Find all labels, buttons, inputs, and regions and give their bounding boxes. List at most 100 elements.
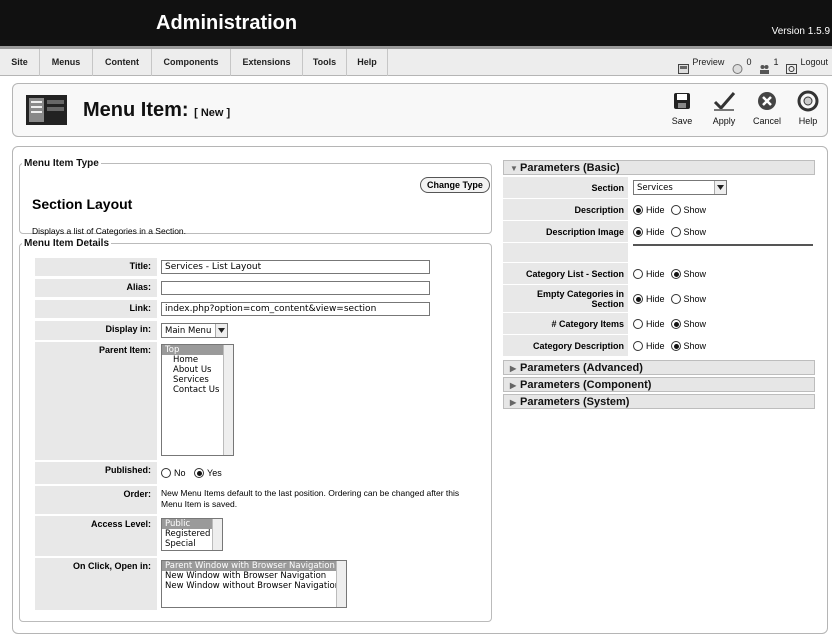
link-label: Link: bbox=[35, 300, 157, 318]
description-hide-label: Hide bbox=[646, 204, 665, 215]
version-label: Version 1.5.9 bbox=[771, 26, 830, 37]
description-image-hide-label: Hide bbox=[646, 226, 665, 237]
param-spacer-label bbox=[503, 243, 628, 262]
menu-help[interactable]: Help bbox=[347, 49, 388, 76]
logout-label: Logout bbox=[800, 57, 828, 67]
access-list-scrollbar[interactable] bbox=[212, 519, 222, 550]
main-menu-bar: Site Menus Content Components Extensions… bbox=[0, 46, 832, 76]
description-image-show-label: Show bbox=[683, 226, 707, 237]
users-count: 1 bbox=[773, 57, 779, 67]
param-section-row: Section Services bbox=[503, 177, 815, 199]
empty-categories-hide-radio[interactable] bbox=[633, 293, 643, 304]
param-section-label: Section bbox=[503, 177, 628, 198]
category-list-hide-radio[interactable] bbox=[633, 268, 643, 279]
alias-input[interactable] bbox=[161, 281, 430, 295]
description-image-show-radio[interactable] bbox=[670, 226, 681, 237]
category-description-hide-radio[interactable] bbox=[633, 340, 643, 351]
category-list-show-radio[interactable] bbox=[670, 268, 681, 279]
param-divider bbox=[633, 244, 813, 246]
messages-icon bbox=[732, 58, 743, 74]
display-in-value: Main Menu bbox=[165, 325, 212, 336]
published-label: Published: bbox=[35, 462, 157, 484]
title-input[interactable]: Services - List Layout bbox=[161, 260, 430, 274]
params-component-title: Parameters (Component) bbox=[520, 379, 652, 391]
onclick-list-scrollbar[interactable] bbox=[336, 561, 346, 607]
description-show-label: Show bbox=[683, 204, 707, 215]
chevron-down-icon bbox=[714, 181, 726, 194]
empty-categories-show-radio[interactable] bbox=[670, 293, 681, 304]
description-hide-radio[interactable] bbox=[633, 204, 643, 215]
checkmark-icon bbox=[713, 92, 736, 111]
menu-extensions[interactable]: Extensions bbox=[231, 49, 303, 76]
param-category-items-row: # Category Items Hide Show bbox=[503, 313, 815, 335]
page-title: Menu Item: [ New ] bbox=[83, 99, 230, 122]
logout-icon bbox=[786, 58, 798, 74]
on-click-label: On Click, Open in: bbox=[35, 558, 157, 610]
cancel-icon bbox=[758, 92, 776, 110]
on-click-list[interactable]: Parent Window with Browser Navigation Ne… bbox=[161, 560, 347, 608]
empty-categories-hide-label: Hide bbox=[646, 293, 665, 304]
param-category-description-row: Category Description Hide Show bbox=[503, 335, 815, 357]
param-category-description-label: Category Description bbox=[503, 335, 628, 356]
category-items-hide-label: Hide bbox=[646, 318, 665, 329]
triangle-right-icon: ▶ bbox=[510, 381, 517, 390]
onclick-option-new-no-nav[interactable]: New Window without Browser Navigation bbox=[162, 581, 346, 591]
param-category-list-row: Category List - Section Hide Show bbox=[503, 263, 815, 285]
description-image-hide-radio[interactable] bbox=[633, 226, 643, 237]
order-label: Order: bbox=[35, 486, 157, 514]
param-category-items-label: # Category Items bbox=[503, 313, 628, 334]
section-select[interactable]: Services bbox=[633, 180, 727, 195]
triangle-down-icon: ▼ bbox=[510, 164, 518, 173]
params-basic-header[interactable]: ▼ Parameters (Basic) bbox=[503, 160, 815, 175]
cancel-button[interactable]: Cancel bbox=[748, 90, 786, 134]
order-text: New Menu Items default to the last posit… bbox=[161, 488, 460, 509]
access-level-list[interactable]: Public Registered Special bbox=[161, 518, 223, 551]
description-show-radio[interactable] bbox=[670, 204, 681, 215]
change-type-button[interactable]: Change Type bbox=[420, 177, 490, 193]
published-no-radio[interactable] bbox=[161, 467, 171, 478]
menu-item-icon bbox=[26, 95, 67, 125]
onclick-option-parent[interactable]: Parent Window with Browser Navigation bbox=[162, 561, 346, 571]
param-description-label: Description bbox=[503, 199, 628, 220]
users-status[interactable]: 1 bbox=[759, 49, 778, 76]
param-description-image-row: Description Image Hide Show bbox=[503, 221, 815, 243]
parent-item-list[interactable]: Top Home About Us Services Contact Us bbox=[161, 344, 234, 456]
params-system-header[interactable]: ▶ Parameters (System) bbox=[503, 394, 815, 409]
menu-tools[interactable]: Tools bbox=[303, 49, 347, 76]
category-items-hide-radio[interactable] bbox=[633, 318, 643, 329]
order-row: Order: New Menu Items default to the las… bbox=[35, 486, 483, 514]
link-input[interactable]: index.php?option=com_content&view=sectio… bbox=[161, 302, 430, 316]
apply-button[interactable]: Apply bbox=[705, 90, 743, 134]
menu-item-details-legend: Menu Item Details bbox=[24, 238, 110, 249]
published-yes-radio[interactable] bbox=[194, 467, 205, 478]
display-in-label: Display in: bbox=[35, 321, 157, 340]
logout-link[interactable]: Logout bbox=[786, 49, 828, 76]
menu-site[interactable]: Site bbox=[0, 49, 40, 76]
onclick-option-new-nav[interactable]: New Window with Browser Navigation bbox=[162, 571, 346, 581]
category-description-show-label: Show bbox=[683, 340, 707, 351]
display-in-select[interactable]: Main Menu bbox=[161, 323, 229, 338]
triangle-right-icon: ▶ bbox=[510, 398, 517, 407]
param-description-row: Description Hide Show bbox=[503, 199, 815, 221]
apply-label: Apply bbox=[712, 116, 736, 126]
parent-item-label: Parent Item: bbox=[35, 342, 157, 460]
page-title-text: Menu Item: bbox=[83, 99, 189, 121]
menu-content[interactable]: Content bbox=[93, 49, 152, 76]
preview-link[interactable]: Preview bbox=[678, 49, 724, 76]
save-button[interactable]: Save bbox=[663, 90, 701, 134]
menu-menus[interactable]: Menus bbox=[40, 49, 93, 76]
triangle-right-icon: ▶ bbox=[510, 364, 517, 373]
layout-title: Section Layout bbox=[32, 196, 133, 212]
menu-components[interactable]: Components bbox=[152, 49, 231, 76]
section-select-value: Services bbox=[637, 182, 673, 193]
param-empty-categories-row: Empty Categories in Section Hide Show bbox=[503, 285, 815, 313]
category-items-show-radio[interactable] bbox=[670, 318, 681, 329]
params-advanced-header[interactable]: ▶ Parameters (Advanced) bbox=[503, 360, 815, 375]
parent-list-scrollbar[interactable] bbox=[223, 345, 233, 455]
messages-status[interactable]: 0 bbox=[732, 49, 751, 76]
published-no-label: No bbox=[174, 467, 186, 478]
category-description-show-radio[interactable] bbox=[670, 340, 681, 351]
params-component-header[interactable]: ▶ Parameters (Component) bbox=[503, 377, 815, 392]
help-button[interactable]: Help bbox=[789, 90, 827, 134]
parameters-panel: ▼ Parameters (Basic) Section Services Des… bbox=[503, 160, 815, 411]
